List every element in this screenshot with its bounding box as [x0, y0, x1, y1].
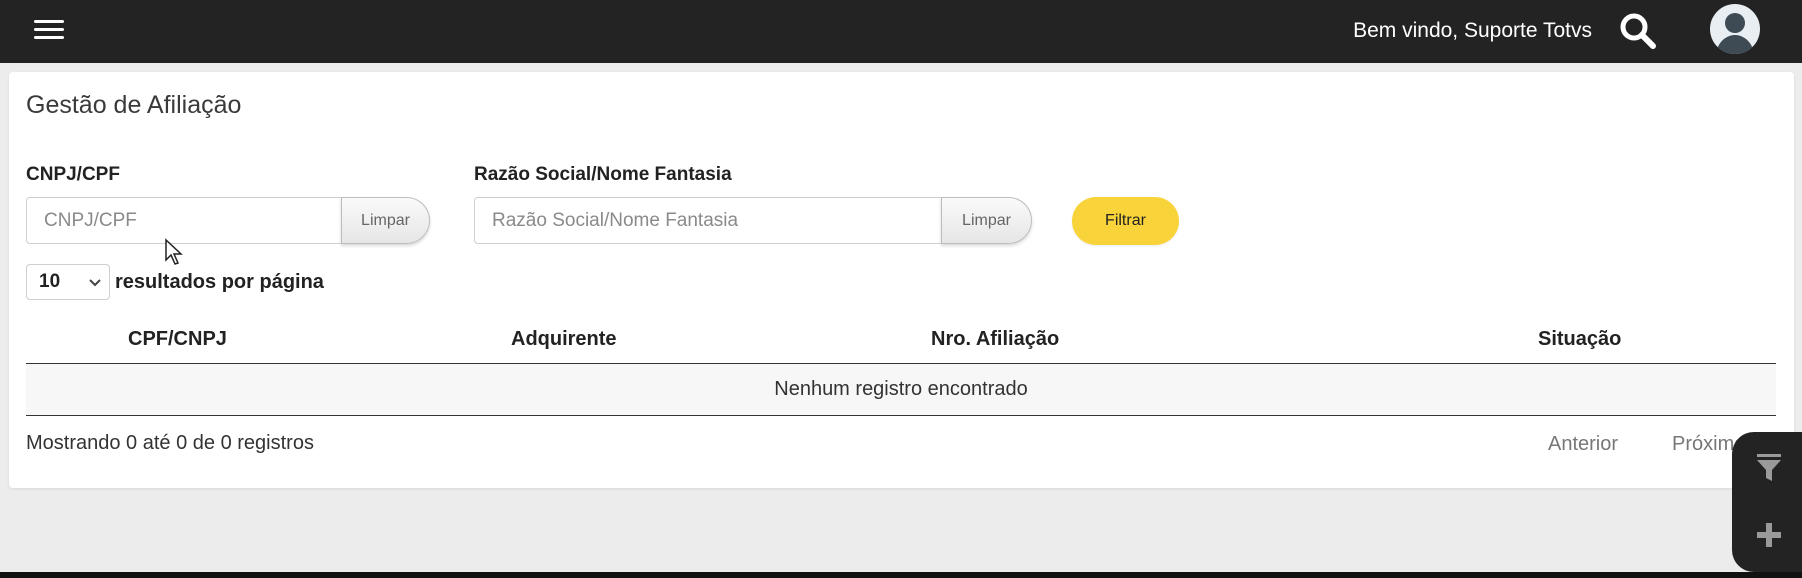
- razao-input[interactable]: [474, 197, 941, 244]
- empty-table-row: Nenhum registro encontrado: [26, 364, 1776, 416]
- page-title: Gestão de Afiliação: [26, 91, 242, 119]
- top-navbar: Bem vindo, Suporte Totvs: [0, 0, 1802, 63]
- empty-message: Nenhum registro encontrado: [774, 378, 1028, 400]
- user-avatar-icon[interactable]: [1710, 4, 1760, 54]
- hamburger-icon[interactable]: [34, 18, 64, 42]
- plus-icon[interactable]: [1754, 520, 1784, 555]
- page-size-select[interactable]: 10: [26, 264, 110, 300]
- floating-action-panel: [1732, 432, 1802, 572]
- razao-clear-button[interactable]: Limpar: [941, 197, 1032, 244]
- affiliation-card: Gestão de Afiliação CNPJ/CPF Limpar Razã…: [9, 72, 1794, 488]
- mouse-cursor-icon: [165, 238, 183, 265]
- column-adquirente[interactable]: Adquirente: [511, 328, 617, 351]
- column-nro-afiliacao[interactable]: Nro. Afiliação: [931, 328, 1059, 351]
- bottom-border: [0, 572, 1802, 578]
- page-size-label: resultados por página: [115, 271, 324, 293]
- records-info: Mostrando 0 até 0 de 0 registros: [26, 432, 314, 454]
- previous-page-button[interactable]: Anterior: [1548, 433, 1618, 456]
- table-header: CPF/CNPJ Adquirente Nro. Afiliação Situa…: [26, 320, 1776, 364]
- cnpj-label: CNPJ/CPF: [26, 164, 120, 185]
- razao-label: Razão Social/Nome Fantasia: [474, 164, 732, 185]
- column-situacao[interactable]: Situação: [1538, 328, 1621, 351]
- welcome-text: Bem vindo, Suporte Totvs: [1353, 19, 1592, 42]
- search-icon[interactable]: [1618, 11, 1658, 51]
- page-size-value: 10: [39, 271, 61, 292]
- cnpj-input[interactable]: [26, 197, 341, 244]
- filter-icon[interactable]: [1754, 452, 1784, 489]
- chevron-down-icon: [89, 279, 101, 287]
- cnpj-clear-button[interactable]: Limpar: [341, 197, 430, 244]
- column-cpf-cnpj[interactable]: CPF/CNPJ: [128, 328, 227, 351]
- cnpj-input-group: Limpar: [26, 197, 430, 244]
- filter-button[interactable]: Filtrar: [1072, 197, 1179, 245]
- razao-input-group: Limpar: [474, 197, 1032, 244]
